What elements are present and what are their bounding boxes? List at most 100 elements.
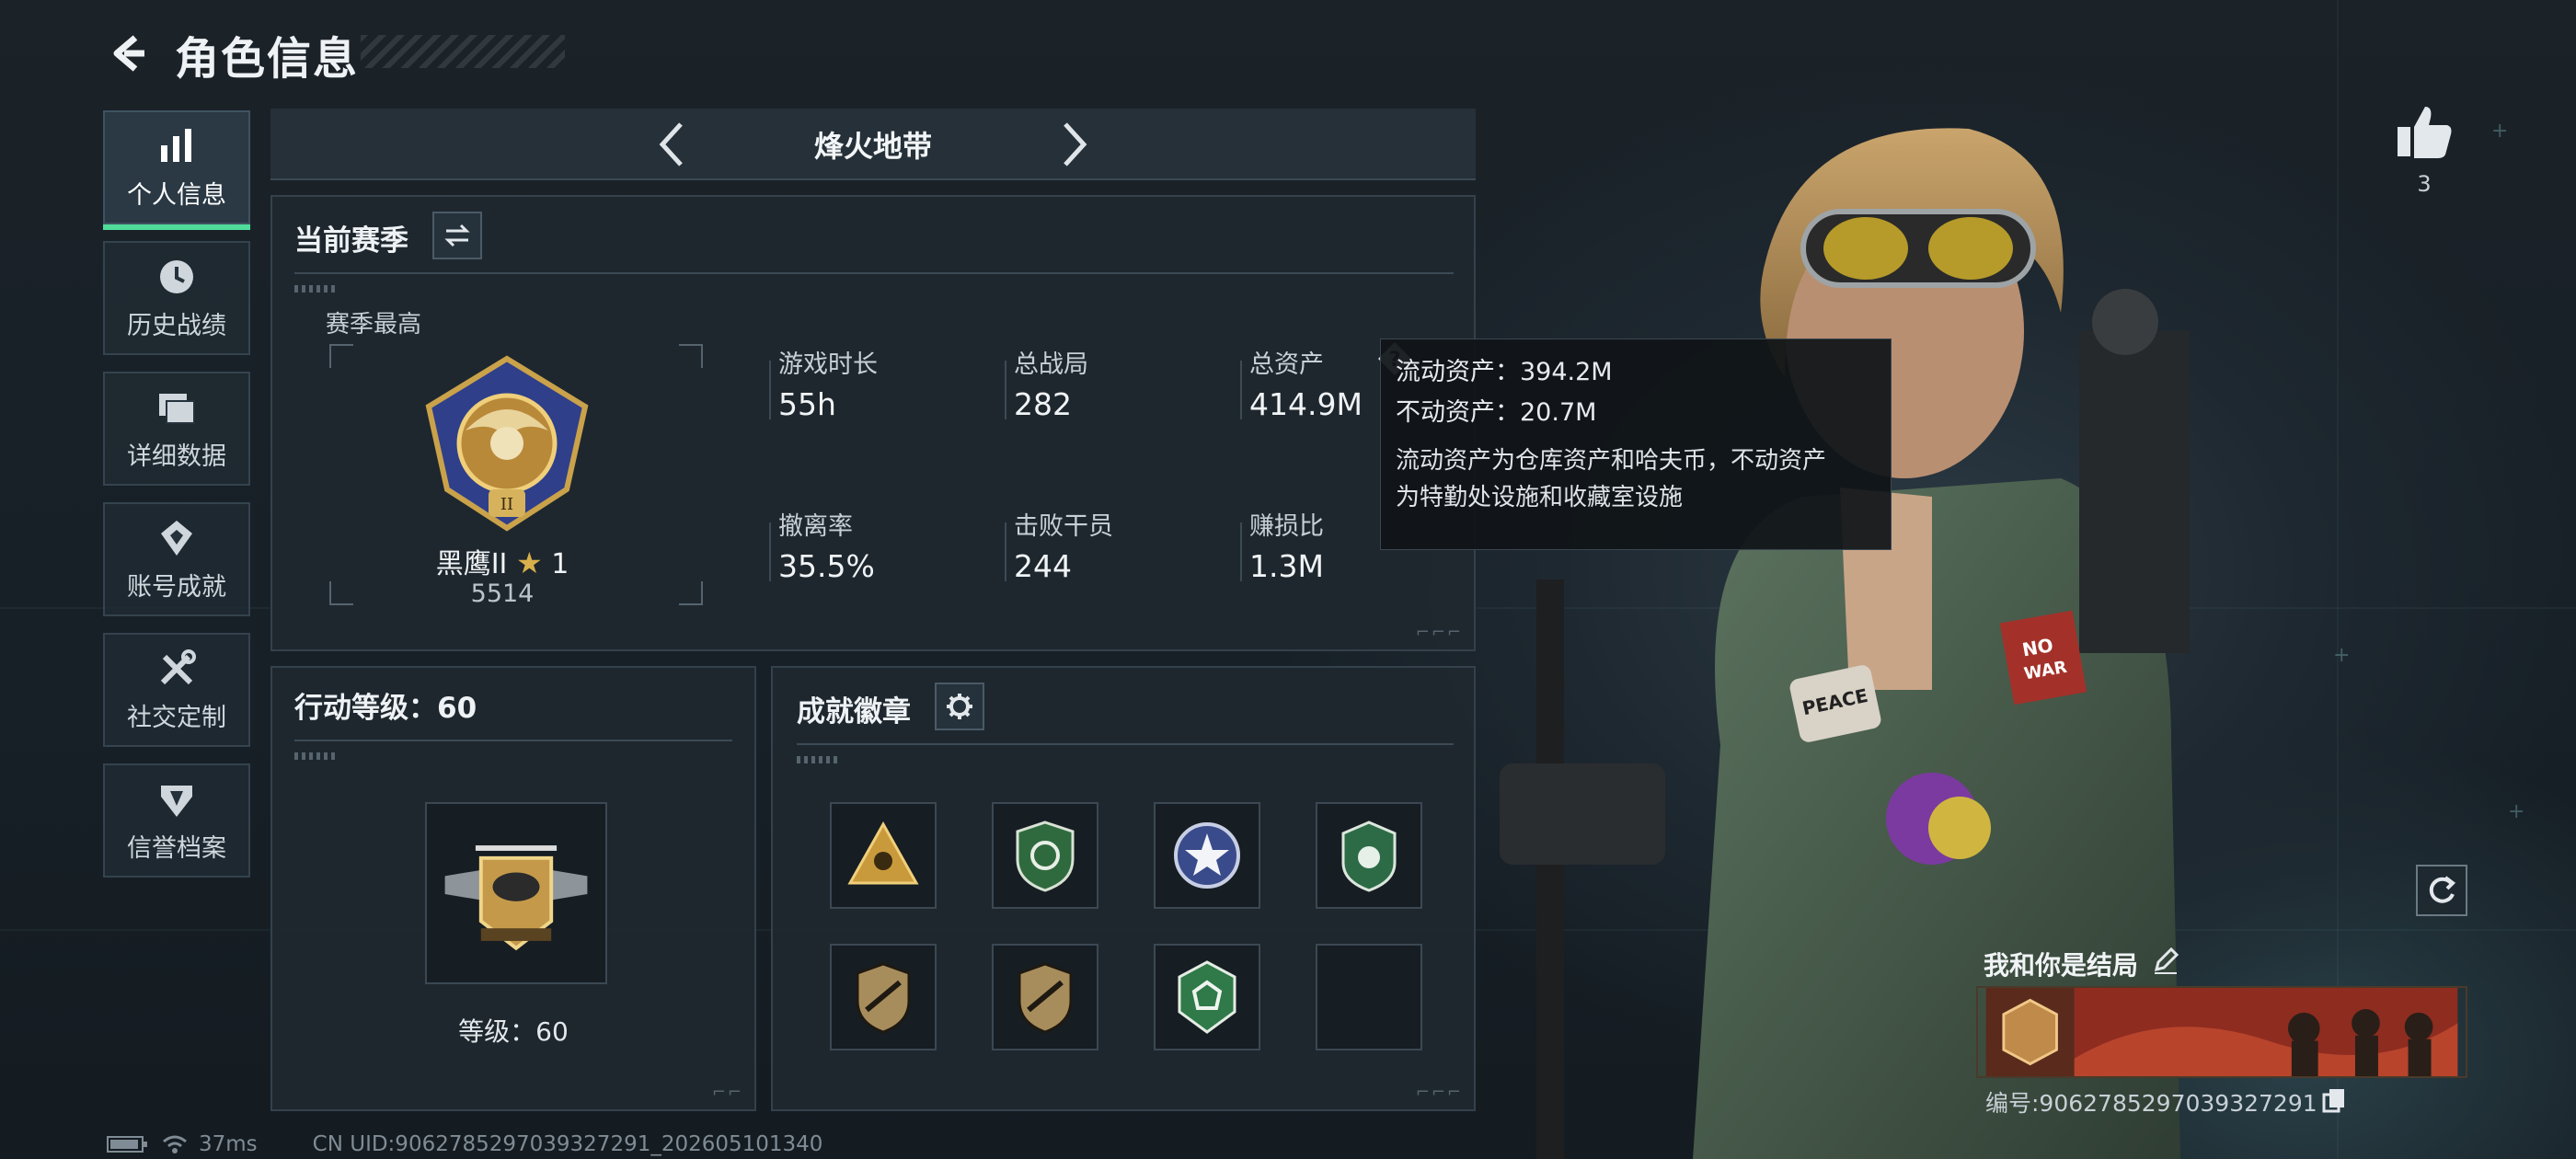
stat-divider [1005, 522, 1006, 581]
helicopter-emblem-icon [444, 845, 588, 951]
sidebar-item-social[interactable]: 社交定制 [103, 633, 250, 747]
frame-corner [329, 581, 353, 605]
reputation-icon [161, 785, 192, 817]
rifle-badge-icon [856, 962, 911, 1034]
stat-label-kills: 击败干员 [1014, 512, 1113, 541]
star-icon: ★ [515, 545, 543, 580]
sidebar-item-history[interactable]: 历史战绩 [103, 241, 250, 355]
status-bar: 37ms CN UID:9062785297039327291_20260510… [107, 1131, 822, 1157]
tooltip-fixed-assets: 不动资产：20.7M [1396, 398, 1597, 427]
badge-slot[interactable] [1154, 802, 1260, 909]
bg-cross-mark: + [2491, 120, 2509, 143]
rifle-badge-icon [1018, 962, 1073, 1034]
corner-decoration: ⌐⌐ [711, 1083, 743, 1102]
sidebar-item-label: 详细数据 [127, 442, 226, 471]
title-decoration [361, 35, 565, 68]
sidebar-item-label: 社交定制 [127, 703, 226, 732]
star-badge-icon [1174, 822, 1240, 889]
divider-dots [797, 756, 837, 763]
rank-stars: 1 [551, 548, 569, 580]
achievement-icon [161, 520, 192, 556]
rank-points: 5514 [470, 580, 535, 608]
badges-settings-button[interactable] [935, 683, 984, 730]
divider-dots [294, 285, 335, 293]
chevron-right-icon [1064, 122, 1087, 166]
triangle-badge-icon [847, 820, 919, 885]
business-card-image[interactable] [1976, 986, 2467, 1078]
refresh-button[interactable] [2416, 865, 2467, 916]
sidebar-item-label: 个人信息 [127, 180, 226, 210]
section-divider [294, 272, 1454, 274]
sidebar-item-achievements[interactable]: 账号成就 [103, 502, 250, 616]
section-divider [797, 743, 1454, 745]
tools-icon [160, 648, 196, 684]
tooltip-liquid-assets: 流动资产：394.2M [1396, 358, 1613, 386]
badge-slot-empty[interactable] [1316, 944, 1422, 1050]
like-count: 3 [2417, 171, 2432, 197]
stat-value-matches: 282 [1014, 386, 1072, 422]
folders-icon [159, 393, 195, 424]
badge-slot[interactable] [1316, 802, 1422, 909]
bg-grid-line [2337, 0, 2339, 1159]
gear-icon [947, 694, 972, 719]
frame-corner [329, 344, 353, 368]
uid-text: CN UID:9062785297039327291_202605101340 [312, 1132, 823, 1156]
badge-slot[interactable] [1154, 944, 1260, 1050]
tooltip-description-1: 流动资产为仓库资产和哈夫币，不动资产 [1396, 447, 1827, 475]
edit-card-button[interactable] [2151, 946, 2180, 975]
action-level-title: 行动等级：60 [294, 692, 477, 725]
badge-slot[interactable] [992, 944, 1098, 1050]
ping-text: 37ms [199, 1132, 258, 1156]
thumbs-up-icon [2398, 107, 2452, 158]
card-id: 编号:9062785297039327291 [1985, 1090, 2317, 1117]
stat-value-playtime: 55h [778, 386, 836, 422]
back-arrow-icon [113, 35, 144, 72]
stat-divider [1240, 522, 1242, 581]
section-divider [294, 740, 732, 741]
sidebar-item-personal-info[interactable]: 个人信息 [103, 110, 250, 230]
card-artwork [1985, 988, 2458, 1076]
season-panel: 当前赛季 赛季最高 II 黑鹰II ★ 1 5514 游戏时长 55h 总战局 … [270, 195, 1476, 651]
level-emblem-frame [425, 802, 607, 984]
bg-cross-mark: + [2508, 800, 2525, 823]
mode-next-button[interactable] [1047, 116, 1102, 173]
swap-icon [444, 224, 470, 247]
svg-text:II: II [500, 495, 513, 514]
badge-slot[interactable] [830, 802, 937, 909]
sidebar-item-label: 信誉档案 [127, 833, 226, 863]
page-title: 角色信息 [175, 33, 360, 85]
green-hex-badge-icon [1178, 960, 1236, 1034]
stat-divider [769, 361, 771, 419]
wifi-icon [163, 1135, 187, 1153]
stat-label-extract-rate: 撤离率 [778, 512, 853, 541]
season-best-label: 赛季最高 [326, 311, 422, 339]
sidebar-item-detailed-data[interactable]: 详细数据 [103, 372, 250, 486]
badge-slot[interactable] [830, 944, 937, 1050]
green-emblem-badge-icon [1341, 820, 1397, 892]
season-switch-button[interactable] [432, 212, 482, 259]
pencil-icon [2154, 947, 2179, 974]
frame-corner [679, 344, 703, 368]
stat-label-profit-ratio: 赚损比 [1249, 512, 1324, 541]
divider-dots [294, 752, 335, 760]
level-text: 等级：60 [458, 1016, 569, 1047]
stat-value-profit-ratio: 1.3M [1249, 548, 1324, 584]
frame-corner [679, 581, 703, 605]
stat-label-playtime: 游戏时长 [778, 350, 878, 379]
badge-slot[interactable] [992, 802, 1098, 909]
assets-tooltip: 流动资产：394.2M 不动资产：20.7M 流动资产为仓库资产和哈夫币，不动资… [1380, 339, 1892, 550]
back-button[interactable] [101, 24, 156, 83]
clock-icon [160, 259, 193, 293]
stat-divider [1240, 361, 1242, 419]
like-button[interactable] [2392, 99, 2456, 164]
sidebar-item-label: 账号成就 [127, 572, 226, 602]
stat-value-assets: 414.9M [1249, 386, 1363, 422]
stat-value-extract-rate: 35.5% [778, 548, 875, 584]
sidebar-item-reputation[interactable]: 信誉档案 [103, 763, 250, 878]
copy-id-button[interactable] [2320, 1085, 2348, 1113]
card-title: 我和你是结局 [1984, 950, 2139, 981]
badges-title: 成就徽章 [797, 695, 911, 729]
stat-label-assets: 总资产 [1249, 350, 1324, 379]
sidebar-item-label: 历史战绩 [127, 311, 226, 340]
action-level-panel: 行动等级：60 等级：60 ⌐⌐ [270, 666, 756, 1111]
